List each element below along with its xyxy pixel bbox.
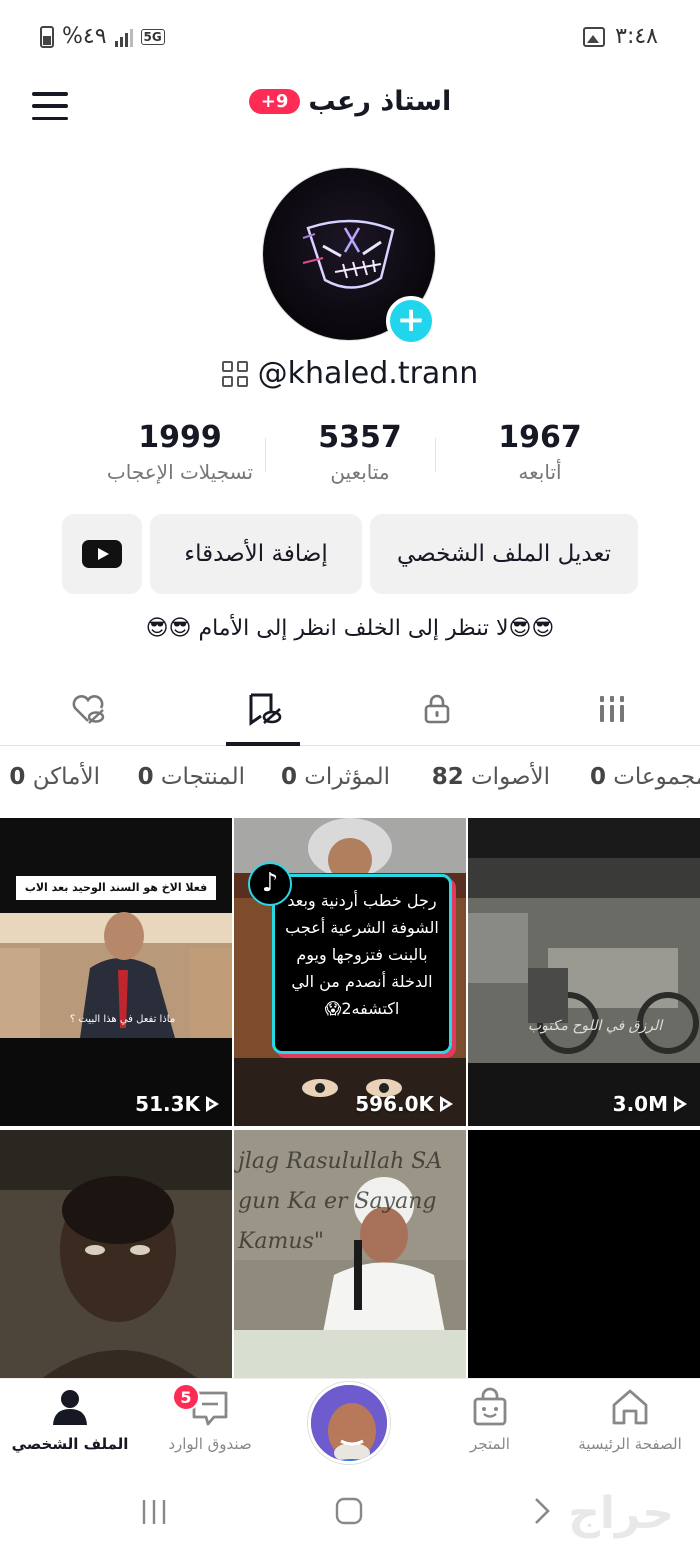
heart-hidden-icon	[72, 695, 105, 724]
stat-divider	[435, 438, 436, 472]
tab-videos[interactable]	[552, 672, 672, 746]
inbox-badge: 5	[172, 1383, 200, 1411]
play-icon	[204, 1095, 220, 1113]
video-tile[interactable]	[0, 1130, 232, 1380]
battery-level: %٤٩	[62, 24, 107, 49]
video-caption: الرزق في اللوح مكتوب	[528, 1018, 663, 1034]
tiktok-logo-icon: ♪	[248, 862, 292, 906]
profile-stats: 1967 أتابعه 5357 متابعين 1999 تسجيلات ال…	[90, 418, 630, 498]
network-type: 5G	[140, 28, 165, 45]
chip-effects[interactable]: المؤثرات 0	[281, 764, 390, 790]
username: @khaled.trann	[257, 356, 479, 391]
video-caption: jlag Rasulullah SA gun Ka er Sayang Kamu…	[238, 1149, 443, 1254]
play-icon	[672, 1095, 688, 1113]
tab-reposts[interactable]	[203, 672, 323, 746]
shopping-bag-icon	[473, 1387, 507, 1426]
profile-icon	[53, 1390, 87, 1425]
profile-bio: 😎😎لا تنظر إلى الخلف انظر إلى الأمام 😎😎	[145, 616, 555, 641]
edit-profile-button[interactable]: تعديل الملف الشخصي	[370, 514, 638, 594]
profile-header: +9 استاذ رعب	[0, 78, 700, 134]
view-count: 3.0M	[613, 1092, 688, 1116]
back-chevron-icon	[535, 1498, 550, 1524]
nav-home[interactable]: الصفحة الرئيسية	[560, 1387, 700, 1453]
content-tabs	[0, 672, 700, 746]
repost-filter-chips: مجموعات 0 الأصوات 82 المؤثرات 0 المنتجات…	[0, 756, 700, 810]
recents-button[interactable]	[140, 1498, 168, 1530]
chip-sounds[interactable]: الأصوات 82	[432, 764, 550, 790]
followers-stat[interactable]: 5357 متابعين	[270, 418, 450, 498]
likes-count: 1999	[138, 420, 222, 455]
youtube-icon	[82, 540, 122, 568]
qr-code-icon[interactable]	[221, 360, 248, 387]
page-title[interactable]: استاذ رعب	[308, 86, 451, 117]
tab-private[interactable]	[377, 672, 497, 746]
watermark-logo: حراج	[568, 1488, 674, 1539]
chip-places[interactable]: الأماكن 0	[9, 764, 100, 790]
signal-icon	[114, 27, 133, 47]
video-subcaption: ماذا تفعل في هذا البيت ؟	[70, 1014, 176, 1025]
home-square-icon	[335, 1497, 363, 1525]
view-count: 51.3K	[135, 1092, 220, 1116]
nav-profile-label: الملف الشخصي	[11, 1435, 129, 1453]
gallery-notification-icon	[583, 26, 606, 47]
account-switch-badge[interactable]: +9	[248, 89, 301, 114]
video-caption: رجل خطب أردنية وبعد الشوفة الشرعية أعجب …	[285, 891, 439, 1018]
nav-home-label: الصفحة الرئيسية	[578, 1435, 682, 1453]
status-bar: %٤٩ 5G ٣:٤٨	[0, 0, 700, 78]
home-button[interactable]	[334, 1496, 364, 1530]
video-tile[interactable]: jlag Rasulullah SA gun Ka er Sayang Kamu…	[234, 1130, 466, 1380]
active-tab-indicator	[226, 742, 300, 746]
video-tile[interactable]: رجل خطب أردنية وبعد الشوفة الشرعية أعجب …	[234, 818, 466, 1126]
likes-stat[interactable]: 1999 تسجيلات الإعجاب	[90, 418, 270, 498]
youtube-link-button[interactable]	[62, 514, 142, 594]
stat-divider	[265, 438, 266, 472]
recents-icon	[142, 1500, 166, 1524]
home-icon	[612, 1389, 648, 1425]
bookmark-hidden-icon	[249, 693, 282, 726]
video-caption: فعلا الاخ هو السند الوحيد بعد الاب	[16, 876, 216, 900]
nav-inbox[interactable]: صندوق الوارد	[140, 1387, 280, 1453]
battery-icon	[40, 25, 54, 48]
chip-collections[interactable]: مجموعات 0	[590, 764, 700, 790]
nav-shop[interactable]: المتجر	[420, 1387, 560, 1453]
add-avatar-button[interactable]: +	[386, 296, 436, 346]
chip-products[interactable]: المنتجات 0	[138, 764, 245, 790]
nav-shop-label: المتجر	[470, 1435, 510, 1453]
video-tile[interactable]	[468, 1130, 700, 1380]
lock-icon	[424, 694, 450, 724]
likes-label: تسجيلات الإعجاب	[106, 460, 254, 484]
tab-liked[interactable]	[28, 672, 148, 746]
nav-profile[interactable]: الملف الشخصي	[0, 1387, 140, 1453]
video-thumbnail	[0, 818, 232, 1126]
nav-center-avatar[interactable]	[308, 1382, 390, 1464]
view-count: 596.0K	[355, 1092, 454, 1116]
video-thumbnail	[468, 818, 700, 1126]
following-count: 1967	[498, 420, 582, 455]
back-button[interactable]	[530, 1496, 554, 1530]
following-label: أتابعه	[518, 460, 562, 484]
followers-label: متابعين	[330, 460, 390, 484]
clock: ٣:٤٨	[615, 24, 658, 49]
add-friends-button[interactable]: إضافة الأصدقاء	[150, 514, 362, 594]
video-thumbnail	[0, 1130, 232, 1380]
followers-count: 5357	[318, 420, 402, 455]
grid-icon	[600, 696, 624, 722]
following-stat[interactable]: 1967 أتابعه	[450, 418, 630, 498]
play-icon	[438, 1095, 454, 1113]
video-tile[interactable]: الرزق في اللوح مكتوب 3.0M	[468, 818, 700, 1126]
video-tile[interactable]: فعلا الاخ هو السند الوحيد بعد الاب ماذا …	[0, 818, 232, 1126]
caption-box: رجل خطب أردنية وبعد الشوفة الشرعية أعجب …	[272, 874, 452, 1054]
nav-inbox-label: صندوق الوارد	[168, 1435, 252, 1453]
username-row: @khaled.trann	[0, 356, 700, 391]
